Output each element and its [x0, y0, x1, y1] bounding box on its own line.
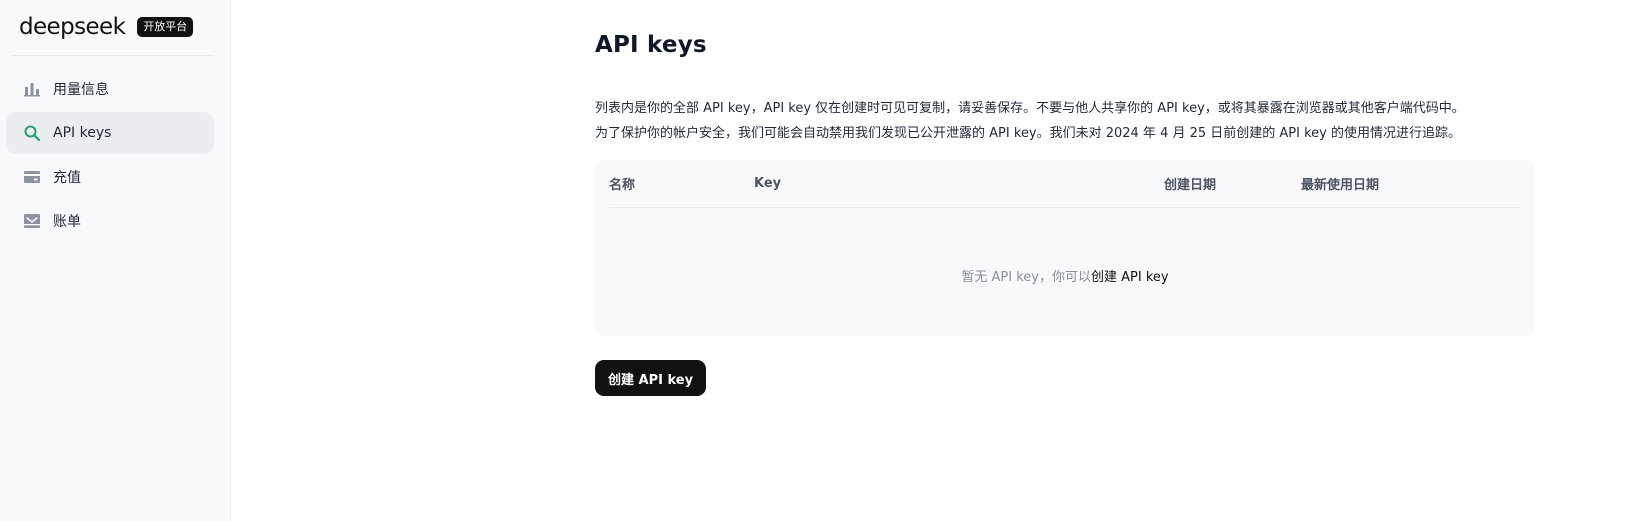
empty-state-text: 暂无 API key，你可以 [961, 270, 1091, 285]
table-header: 名称 Key 创建日期 最新使用日期 [609, 160, 1521, 208]
empty-state: 暂无 API key，你可以 创建 API key [609, 208, 1521, 335]
api-keys-section: API keys 列表内是你的全部 API key，API key 仅在创建时可… [595, 32, 1535, 396]
sidebar-item-usage[interactable]: 用量信息 [6, 68, 214, 110]
sidebar-item-label: 账单 [53, 214, 81, 230]
sidebar-nav: 用量信息 API keys 充值 账单 [6, 68, 214, 242]
card-icon [23, 168, 41, 186]
column-header-key: Key [754, 176, 782, 191]
platform-badge: 开放平台 [137, 17, 194, 37]
column-header-created-date: 创建日期 [1164, 178, 1217, 193]
column-header-last-used-date: 最新使用日期 [1301, 178, 1380, 193]
sidebar-item-api-keys[interactable]: API keys [6, 112, 214, 154]
bar-chart-icon [23, 80, 41, 98]
description-line: 为了保护你的帐户安全，我们可能会自动禁用我们发现已公开泄露的 API key。我… [595, 126, 1461, 141]
deepseek-logo[interactable]: deepseek [19, 14, 126, 40]
sidebar-item-recharge[interactable]: 充值 [6, 156, 214, 198]
empty-create-link[interactable]: 创建 API key [1091, 266, 1169, 285]
sidebar: deepseek 开放平台 用量信息 API keys 充值 账单 [0, 0, 231, 521]
sidebar-item-label: API keys [53, 125, 112, 141]
sidebar-item-label: 用量信息 [53, 82, 109, 98]
main-content: API keys 列表内是你的全部 API key，API key 仅在创建时可… [231, 0, 1649, 521]
api-keys-table: 名称 Key 创建日期 最新使用日期 暂无 API key，你可以 创建 API … [595, 160, 1535, 336]
app-root: deepseek 开放平台 用量信息 API keys 充值 账单 API ke… [0, 0, 1649, 521]
sidebar-item-billing[interactable]: 账单 [6, 200, 214, 242]
brand[interactable]: deepseek 开放平台 [6, 12, 214, 42]
key-search-icon [23, 124, 41, 142]
page-title: API keys [595, 32, 707, 58]
description-line: 列表内是你的全部 API key，API key 仅在创建时可见可复制，请妥善保… [595, 101, 1465, 116]
sidebar-item-label: 充值 [53, 170, 81, 186]
column-header-name: 名称 [609, 178, 636, 193]
create-api-key-button[interactable]: 创建 API key [595, 360, 707, 396]
page-description: 列表内是你的全部 API key，API key 仅在创建时可见可复制，请妥善保… [595, 96, 1535, 146]
bill-icon [23, 212, 41, 230]
sidebar-divider [12, 55, 214, 56]
